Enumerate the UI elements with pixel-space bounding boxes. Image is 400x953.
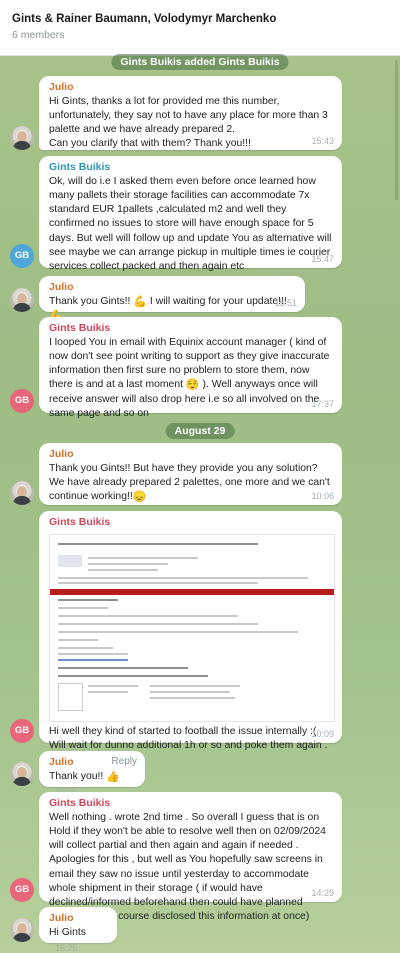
- sender-name: Gints Buikis: [49, 322, 111, 334]
- sender-name: Julio: [49, 81, 74, 93]
- message-bubble[interactable]: Julio Thank you Gints!! But have they pr…: [39, 443, 342, 505]
- message-bubble[interactable]: Julio Hi Gints, thanks a lot for provide…: [39, 76, 342, 150]
- message-text: I looped You in email with Equinix accou…: [49, 337, 330, 419]
- avatar-gints[interactable]: GB: [10, 719, 34, 743]
- thumbs-up-icon: 👍: [106, 771, 120, 783]
- scrollbar[interactable]: [395, 60, 398, 200]
- message-bubble[interactable]: Gints Buikis Well nothing . wrote 2nd ti…: [39, 792, 342, 922]
- relieved-face-icon: 😌: [185, 379, 200, 392]
- member-count: 6 members: [12, 29, 65, 41]
- message-bubble[interactable]: Gints Buikis I looped You in email with …: [39, 317, 342, 419]
- email-screenshot-image[interactable]: [49, 534, 335, 722]
- message-bubble[interactable]: Julio Hi Gints16:25: [39, 907, 117, 953]
- flexed-biceps-icon: 💪: [133, 296, 148, 308]
- service-message-added: Gints Buikis added Gints Buikis: [111, 54, 289, 70]
- date-separator: August 29: [165, 423, 235, 439]
- message-time: 14:29: [311, 888, 334, 898]
- avatar-julio[interactable]: [10, 918, 34, 942]
- disappointed-face-icon: 😞: [132, 491, 147, 504]
- avatar-julio[interactable]: [10, 288, 34, 312]
- message-time: 10:09: [311, 729, 334, 739]
- sender-name: Julio: [49, 281, 74, 293]
- chat-title: Gints & Rainer Baumann, Volodymyr Marche…: [12, 13, 277, 25]
- message-text: Hi Gints, thanks a lot for provided me t…: [49, 96, 328, 150]
- message-text: Hi Gints16:25: [49, 927, 86, 953]
- avatar-gints[interactable]: GB: [10, 244, 34, 268]
- message-time: 15:47: [311, 254, 334, 264]
- message-time: 15:43: [311, 136, 334, 146]
- avatar-gints[interactable]: GB: [10, 389, 34, 413]
- message-time: 15:51: [274, 298, 297, 308]
- message-bubble[interactable]: Gints Buikis Ok, will do i.e I asked the…: [39, 156, 342, 272]
- avatar-julio[interactable]: [10, 762, 34, 786]
- sender-name: Gints Buikis: [49, 516, 111, 528]
- chat-header[interactable]: Gints & Rainer Baumann, Volodymyr Marche…: [0, 0, 400, 56]
- sender-name: Julio: [49, 912, 74, 924]
- avatar-gints[interactable]: GB: [10, 878, 34, 902]
- message-time: 16:25: [55, 943, 78, 953]
- message-bubble[interactable]: Julio Reply Thank you!! 👍10:10: [39, 751, 145, 797]
- sender-name: Julio: [49, 448, 74, 460]
- sender-name: Gints Buikis: [49, 797, 111, 809]
- sender-name: Gints Buikis: [49, 161, 111, 173]
- message-text: Hi well they kind of started to football…: [49, 726, 328, 752]
- message-time: 10:06: [311, 491, 334, 501]
- avatar-julio[interactable]: [10, 126, 34, 150]
- message-time: 17:37: [311, 399, 334, 409]
- message-text: Thank you Gints!! But have they provide …: [49, 463, 330, 504]
- message-bubble[interactable]: Gints Buikis Hi well they kind of starte…: [39, 511, 342, 751]
- reply-label[interactable]: Reply: [111, 756, 137, 767]
- message-bubble[interactable]: Julio Thank you Gints!! 💪 I will waiting…: [39, 276, 305, 322]
- message-text: Ok, will do i.e I asked them even before…: [49, 176, 332, 272]
- avatar-julio[interactable]: [10, 481, 34, 505]
